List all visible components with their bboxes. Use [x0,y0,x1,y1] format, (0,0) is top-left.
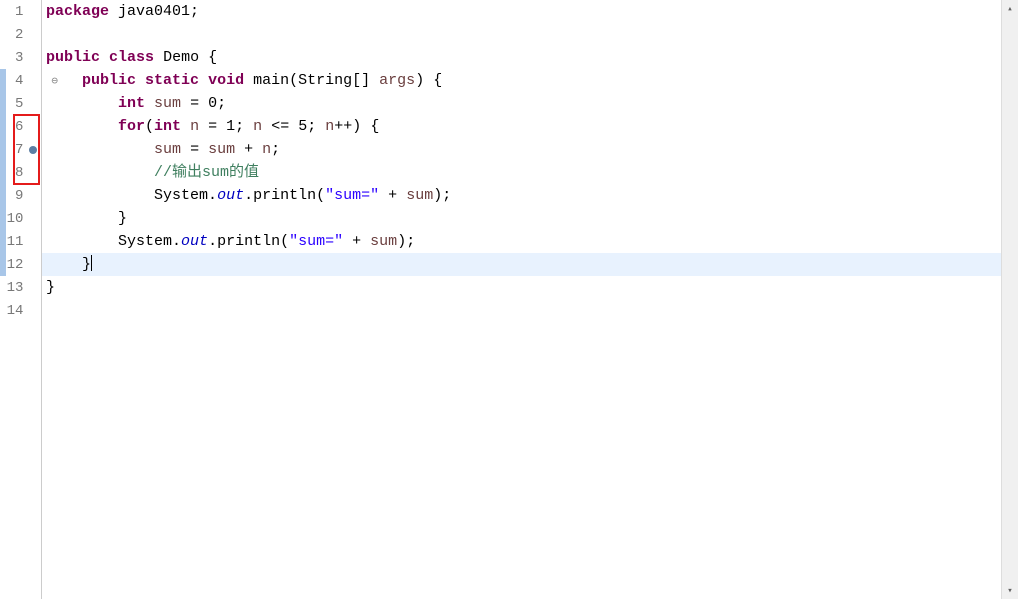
change-bar [0,161,6,184]
code-line-current: } [42,253,1018,276]
line-number[interactable]: 1 [0,4,25,20]
code-area[interactable]: package java0401; public class Demo { pu… [42,0,1018,599]
code-line: package java0401; [42,0,1018,23]
code-line [42,299,1018,322]
code-line: } [42,276,1018,299]
scroll-up-icon[interactable]: ▴ [1002,0,1018,17]
change-bar [0,207,6,230]
change-bar [0,253,6,276]
change-bar [0,69,6,92]
code-editor: 1 2 3 4⊖ 5 6 7 8 9 10 11 12 13 14 packag… [0,0,1018,599]
change-bar [0,92,6,115]
code-line: public static void main(String[] args) { [42,69,1018,92]
text-cursor [91,255,92,271]
code-line: public class Demo { [42,46,1018,69]
code-line: System.out.println("sum=" + sum); [42,184,1018,207]
code-line: System.out.println("sum=" + sum); [42,230,1018,253]
line-number[interactable]: 3 [0,50,25,66]
code-line: int sum = 0; [42,92,1018,115]
line-number[interactable]: 2 [0,27,25,43]
line-number[interactable]: 13 [0,280,25,296]
code-line: } [42,207,1018,230]
gutter[interactable]: 1 2 3 4⊖ 5 6 7 8 9 10 11 12 13 14 [0,0,42,599]
change-bar [0,115,6,138]
vertical-scrollbar[interactable]: ▴ ▾ [1001,0,1018,599]
breakpoint-icon[interactable] [29,146,37,154]
code-line [42,23,1018,46]
change-bar [0,138,6,161]
line-number[interactable]: 14 [0,303,25,319]
change-bar [0,184,6,207]
change-bar [0,230,6,253]
scroll-down-icon[interactable]: ▾ [1002,582,1018,599]
code-line: //输出sum的值 [42,161,1018,184]
code-line: for(int n = 1; n <= 5; n++) { [42,115,1018,138]
code-line: sum = sum + n; [42,138,1018,161]
